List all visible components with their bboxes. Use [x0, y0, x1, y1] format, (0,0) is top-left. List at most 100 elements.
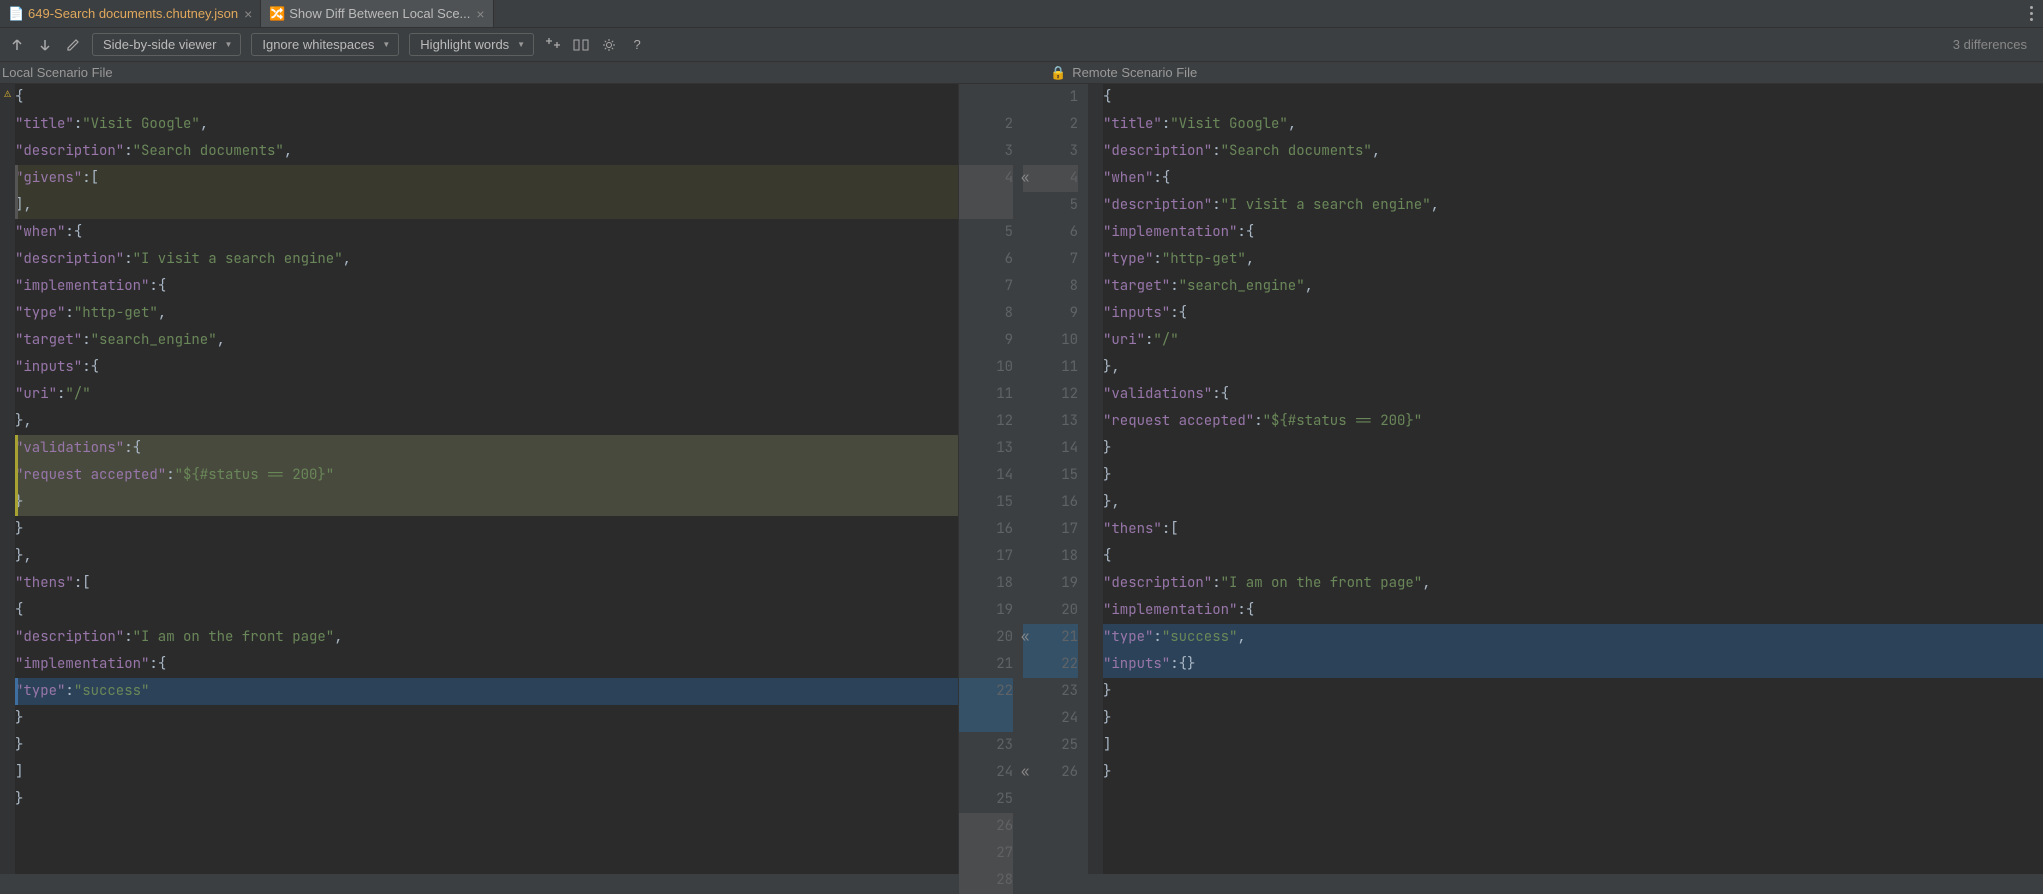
sync-scroll-button[interactable]	[568, 32, 594, 58]
viewer-mode-select[interactable]: Side-by-side viewer ▼	[92, 33, 241, 56]
left-header: Local Scenario File	[0, 62, 958, 83]
tab-diff[interactable]: 🔀 Show Diff Between Local Sce... ×	[261, 0, 493, 27]
left-gutter: ⚠	[0, 84, 15, 874]
code-line[interactable]: "type": "http-get",	[15, 300, 958, 327]
code-line[interactable]: {	[1103, 84, 2043, 111]
line-number: 5	[959, 219, 1013, 246]
line-number: 20	[959, 624, 1013, 651]
code-line[interactable]: "type": "success"	[15, 678, 958, 705]
code-line[interactable]: "validations": {	[1103, 381, 2043, 408]
code-line[interactable]: {	[15, 597, 958, 624]
left-code[interactable]: { "title": "Visit Google", "description"…	[15, 84, 958, 874]
code-line[interactable]: "uri": "/"	[15, 381, 958, 408]
apply-left-icon[interactable]: «	[1021, 624, 1029, 651]
code-line[interactable]: },	[15, 408, 958, 435]
code-line[interactable]: },	[15, 543, 958, 570]
line-number: 16	[959, 516, 1013, 543]
apply-left-icon[interactable]: «	[1021, 165, 1029, 192]
code-line[interactable]: "type": "success",	[1103, 624, 2043, 651]
line-number: 21	[959, 651, 1013, 678]
left-pane[interactable]: ⚠ { "title": "Visit Google", "descriptio…	[0, 84, 958, 874]
apply-left-icon[interactable]: «	[1021, 759, 1029, 786]
line-number: 11	[1023, 354, 1078, 381]
code-line[interactable]: "description": "I am on the front page",	[1103, 570, 2043, 597]
collapse-button[interactable]	[540, 32, 566, 58]
tab-file-1[interactable]: 📄 649-Search documents.chutney.json ×	[0, 0, 261, 27]
code-line[interactable]: "request accepted": "${#status == 200}"	[1103, 408, 2043, 435]
code-line[interactable]: "inputs": {	[1103, 300, 2043, 327]
code-line[interactable]: "thens": [	[15, 570, 958, 597]
line-number: 26«	[1023, 759, 1078, 786]
code-line[interactable]: "implementation": {	[1103, 219, 2043, 246]
right-gutter	[1088, 84, 1103, 874]
code-line[interactable]: "request accepted": "${#status == 200}"	[15, 462, 958, 489]
code-line[interactable]: "description": "Search documents",	[1103, 138, 2043, 165]
line-number: 24	[1023, 705, 1078, 732]
code-line[interactable]: "description": "I am on the front page",	[15, 624, 958, 651]
line-number	[959, 84, 1013, 111]
line-number: 6	[959, 246, 1013, 273]
code-line[interactable]: "title": "Visit Google",	[1103, 111, 2043, 138]
code-line[interactable]: "implementation": {	[15, 651, 958, 678]
code-line[interactable]: "validations": {	[15, 435, 958, 462]
code-line[interactable]: "when": {	[1103, 165, 2043, 192]
tab-label: Show Diff Between Local Sce...	[289, 6, 470, 21]
help-button[interactable]: ?	[624, 32, 650, 58]
code-line[interactable]: ]	[15, 759, 958, 786]
select-label: Highlight words	[420, 37, 509, 52]
code-line[interactable]: }	[15, 732, 958, 759]
close-icon[interactable]: ×	[476, 6, 484, 22]
code-line[interactable]: "implementation": {	[15, 273, 958, 300]
line-number: 25	[959, 786, 1013, 813]
chevron-down-icon: ▼	[382, 40, 390, 49]
line-number: 4	[959, 165, 1013, 192]
code-line[interactable]: "inputs": {	[15, 354, 958, 381]
code-line[interactable]: }	[1103, 435, 2043, 462]
code-line[interactable]: "target": "search_engine",	[15, 327, 958, 354]
line-number: 3	[959, 138, 1013, 165]
code-line[interactable]: "target": "search_engine",	[1103, 273, 2043, 300]
code-line[interactable]: }	[1103, 678, 2043, 705]
code-line[interactable]: },	[1103, 489, 2043, 516]
next-diff-button[interactable]	[32, 32, 58, 58]
code-line[interactable]: "description": "I visit a search engine"…	[1103, 192, 2043, 219]
code-line[interactable]: "givens": [	[15, 165, 958, 192]
line-number: 22	[1023, 651, 1078, 678]
chevron-down-icon: ▼	[517, 40, 525, 49]
code-line[interactable]: ]	[1103, 732, 2043, 759]
code-line[interactable]: },	[1103, 354, 2043, 381]
code-line[interactable]: "implementation": {	[1103, 597, 2043, 624]
edit-button[interactable]	[60, 32, 86, 58]
code-line[interactable]: {	[15, 84, 958, 111]
whitespace-select[interactable]: Ignore whitespaces ▼	[251, 33, 399, 56]
code-line[interactable]: }	[15, 516, 958, 543]
close-icon[interactable]: ×	[244, 6, 252, 22]
code-line[interactable]: }	[1103, 759, 2043, 786]
code-line[interactable]: }	[1103, 705, 2043, 732]
code-line[interactable]: ],	[15, 192, 958, 219]
settings-button[interactable]	[596, 32, 622, 58]
center-gutter: 2345678910111213141516171819202122232425…	[958, 84, 1088, 874]
code-line[interactable]: "uri": "/"	[1103, 327, 2043, 354]
code-line[interactable]: }	[15, 786, 958, 813]
code-line[interactable]: {	[1103, 543, 2043, 570]
line-number: 10	[959, 354, 1013, 381]
code-line[interactable]: "when": {	[15, 219, 958, 246]
highlight-select[interactable]: Highlight words ▼	[409, 33, 534, 56]
code-line[interactable]: "title": "Visit Google",	[15, 111, 958, 138]
code-line[interactable]: "description": "Search documents",	[15, 138, 958, 165]
right-code[interactable]: { "title": "Visit Google", "description"…	[1103, 84, 2043, 874]
line-number: 4«	[1023, 165, 1078, 192]
code-line[interactable]: }	[1103, 462, 2043, 489]
prev-diff-button[interactable]	[4, 32, 30, 58]
code-line[interactable]: "description": "I visit a search engine"…	[15, 246, 958, 273]
line-number: 23	[1023, 678, 1078, 705]
code-line[interactable]: "inputs": {}	[1103, 651, 2043, 678]
code-line[interactable]: }	[15, 705, 958, 732]
code-line[interactable]: "type": "http-get",	[1103, 246, 2043, 273]
right-pane[interactable]: { "title": "Visit Google", "description"…	[1088, 84, 2043, 874]
code-line[interactable]: }	[15, 489, 958, 516]
diff-body: ⚠ { "title": "Visit Google", "descriptio…	[0, 84, 2043, 874]
more-icon[interactable]	[2030, 6, 2033, 21]
code-line[interactable]: "thens": [	[1103, 516, 2043, 543]
